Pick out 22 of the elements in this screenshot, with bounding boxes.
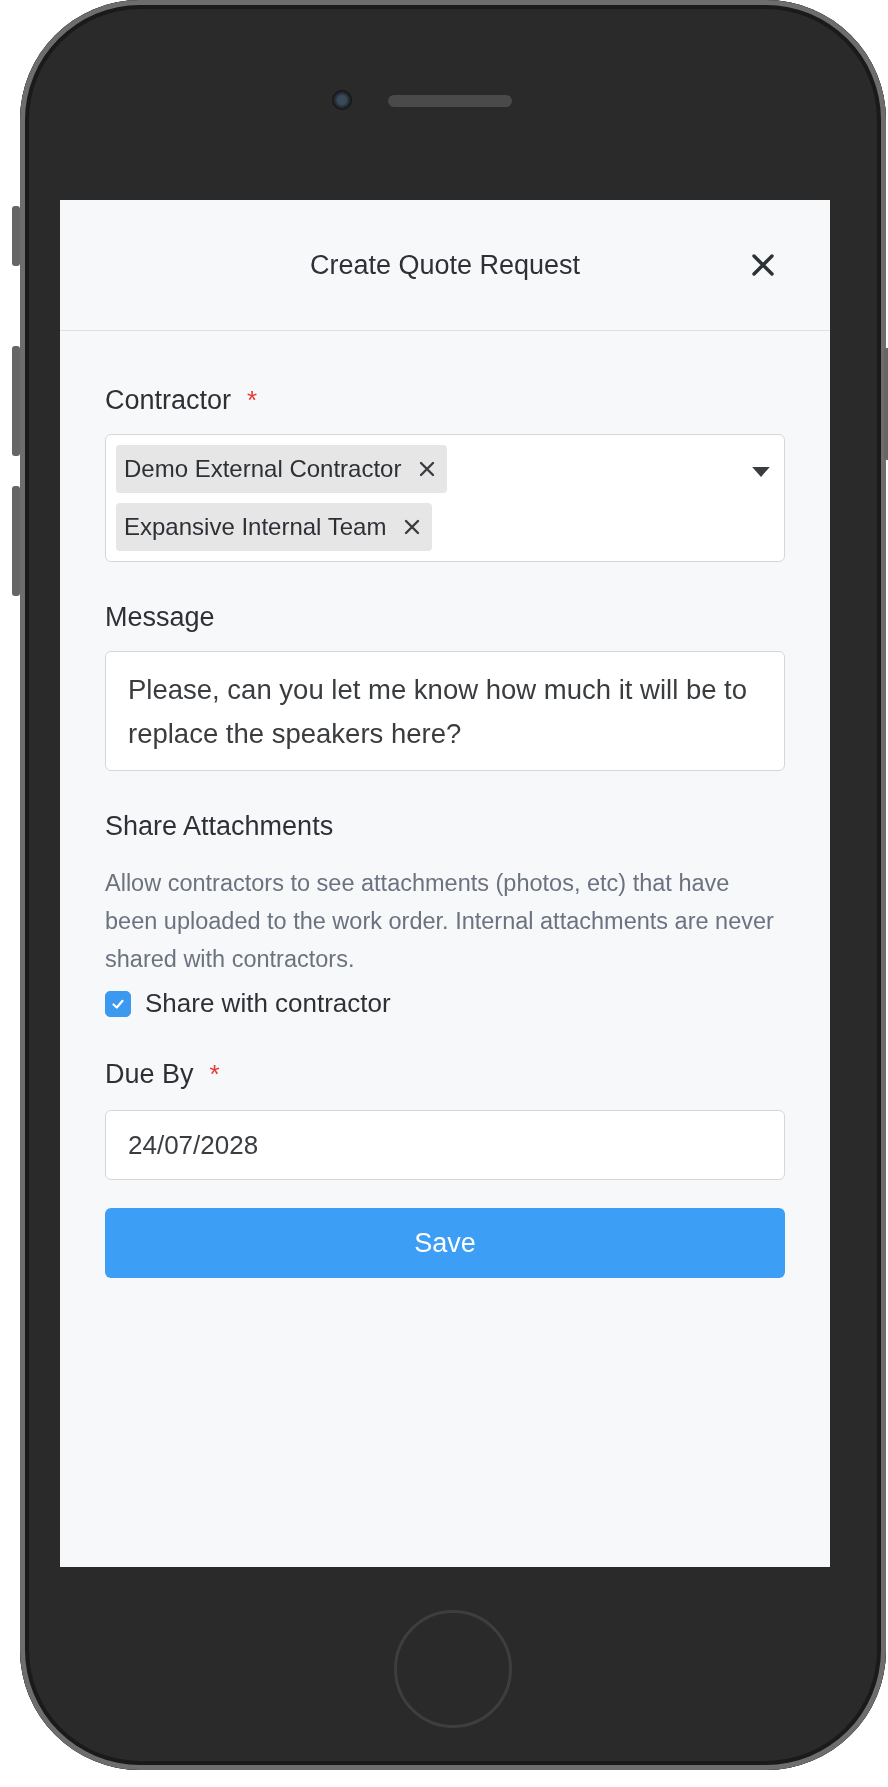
- help-text: Allow contractors to see attachments (photos, etc) that have been uploaded to the work order. Internal attachments are never shared with contractors.: [105, 869, 775, 974]
- field-label: Due By: [105, 1059, 194, 1090]
- date-value: 24/07/2028: [128, 1129, 259, 1161]
- required-mark: *: [209, 1059, 220, 1090]
- message-field[interactable]: Please, can you let me know how much it will be to replace the speakers here?: [105, 651, 785, 771]
- message-text: Please, can you let me know how much it will be to replace the speakers here?: [128, 674, 748, 749]
- checkbox[interactable]: [105, 990, 131, 1017]
- remove-icon[interactable]: [404, 519, 421, 535]
- field-label: Contractor: [105, 385, 232, 416]
- remove-icon[interactable]: [419, 461, 436, 477]
- checkbox-label: Share with contractor: [145, 988, 391, 1019]
- field-label: Message: [105, 602, 216, 633]
- contractor-select[interactable]: Demo External Contractor Expansive Internal Team: [105, 434, 785, 562]
- caret-icon[interactable]: [752, 467, 770, 478]
- modal-title: Create Quote Request: [309, 249, 581, 281]
- camera-icon: [332, 90, 352, 110]
- date-field[interactable]: 24/07/2028: [105, 1110, 785, 1180]
- close-icon[interactable]: [751, 253, 775, 277]
- tag-label: Demo External Contractor: [124, 455, 402, 483]
- tag-label: Expansive Internal Team: [124, 513, 387, 541]
- required-mark: *: [247, 385, 258, 416]
- section-heading: Share Attachments: [105, 811, 335, 842]
